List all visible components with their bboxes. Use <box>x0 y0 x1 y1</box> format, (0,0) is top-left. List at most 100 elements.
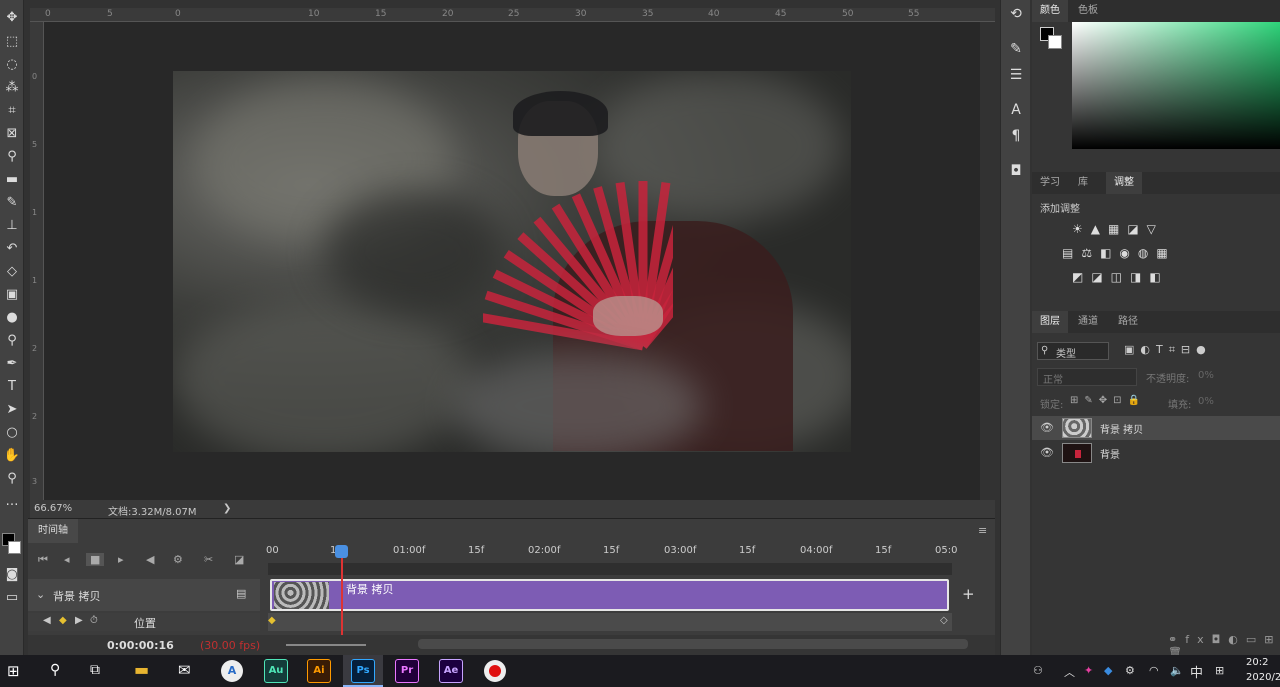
paragraph-icon[interactable]: ¶ <box>1007 127 1025 145</box>
color-picker-field[interactable] <box>1072 22 1280 149</box>
layer-filter-icons[interactable]: ▣◐T⌗⊟● <box>1124 343 1212 357</box>
timeline-scrollbar[interactable] <box>418 639 968 649</box>
properties-icon[interactable]: ☰ <box>1007 66 1025 84</box>
history-brush-tool-icon[interactable]: ↶ <box>2 239 22 259</box>
document-image[interactable] <box>173 71 851 452</box>
keyboard-layout-icon[interactable]: ⊞ <box>1215 664 1224 677</box>
frame-tool-icon[interactable]: ⊠ <box>2 124 22 144</box>
file-explorer-icon[interactable]: ▬ <box>134 660 149 679</box>
screen-mode-icon[interactable]: ▭ <box>2 588 22 608</box>
clock-date[interactable]: 2020/2 <box>1246 672 1280 683</box>
adjustment-icons-row[interactable]: ◩◪◫◨◧ <box>1072 270 1169 284</box>
pen-tool-icon[interactable]: ✒ <box>2 354 22 374</box>
next-frame-icon[interactable]: ▸ <box>118 553 124 566</box>
add-keyframe-icon[interactable]: ◆ <box>59 615 67 626</box>
wifi-icon[interactable]: ◠ <box>1149 664 1159 677</box>
network-icon[interactable]: ⚙ <box>1125 664 1135 677</box>
expand-chevron-icon[interactable]: ⌄ <box>36 588 45 601</box>
more-tools-icon[interactable]: … <box>2 492 22 512</box>
keyframe-next-icon[interactable]: ▶ <box>75 615 83 626</box>
clock-time[interactable]: 20:2 <box>1246 657 1268 668</box>
split-scissors-icon[interactable]: ✂ <box>204 553 213 566</box>
magic-wand-tool-icon[interactable]: ⁂ <box>2 78 22 98</box>
keyframe-diamond-icon[interactable]: ◇ <box>940 615 948 626</box>
zoom-slider[interactable] <box>286 644 366 646</box>
visibility-eye-icon[interactable]: 👁 <box>1040 446 1054 459</box>
tab-layers[interactable]: 图层 <box>1032 311 1068 333</box>
photoshop-app-icon[interactable]: Ps <box>351 659 375 683</box>
brush-tool-icon[interactable]: ✎ <box>2 193 22 213</box>
tab-channels[interactable]: 通道 <box>1070 311 1106 333</box>
track-options-icon[interactable]: ▤ <box>236 587 246 600</box>
audio-icon[interactable]: ◀ <box>146 553 154 566</box>
premiere-app-icon[interactable]: Pr <box>395 659 419 683</box>
status-menu-arrow-icon[interactable]: ❯ <box>223 503 231 514</box>
healing-tool-icon[interactable]: ▬ <box>2 170 22 190</box>
shape-tool-icon[interactable]: ○ <box>2 423 22 443</box>
current-time[interactable]: 0:00:00:16 <box>107 639 174 652</box>
input-method-label[interactable]: 中 <box>1190 662 1203 681</box>
gradient-tool-icon[interactable]: ▣ <box>2 285 22 305</box>
keyframe-diamond-icon[interactable]: ◆ <box>268 615 276 626</box>
marquee-tool-icon[interactable]: ⬚ <box>2 32 22 52</box>
zoom-level[interactable]: 66.67% <box>34 503 72 514</box>
crop-tool-icon[interactable]: ⌗ <box>2 101 22 121</box>
layer-track-header[interactable]: ⌄ 背景 拷贝 ▤ <box>28 579 260 611</box>
lasso-tool-icon[interactable]: ◌ <box>2 55 22 75</box>
work-area-bar[interactable] <box>268 563 952 575</box>
video-clip[interactable]: 背景 拷贝 <box>270 579 949 611</box>
panel-menu-icon[interactable]: ≡ <box>978 524 987 537</box>
type-tool-icon[interactable]: T <box>2 377 22 397</box>
layer-row[interactable]: 👁 背景 拷贝 <box>1032 416 1280 440</box>
layer-filter-dropdown[interactable]: ⚲ 类型 <box>1037 342 1109 360</box>
mail-icon[interactable]: ✉ <box>178 661 191 679</box>
background-color[interactable] <box>1048 35 1062 49</box>
blur-tool-icon[interactable]: ● <box>2 308 22 328</box>
search-icon[interactable]: ⚲ <box>50 662 60 678</box>
keyframe-nav-icon[interactable]: ◀ <box>43 615 51 626</box>
audition-app-icon[interactable]: Au <box>264 659 288 683</box>
glyphs-icon[interactable]: ◘ <box>1007 162 1025 180</box>
after-effects-app-icon[interactable]: Ae <box>439 659 463 683</box>
tab-swatches[interactable]: 色板 <box>1070 0 1106 22</box>
play-button-icon[interactable]: ■ <box>86 553 105 566</box>
opacity-value[interactable]: 0% <box>1198 370 1214 381</box>
tab-paths[interactable]: 路径 <box>1110 311 1146 333</box>
illustrator-app-icon[interactable]: Ai <box>307 659 331 683</box>
property-track[interactable]: ◆ ◇ <box>268 613 952 631</box>
zoom-tool-icon[interactable]: ⚲ <box>2 469 22 489</box>
first-frame-icon[interactable]: ⏮ <box>38 553 48 567</box>
character-icon[interactable]: A <box>1007 101 1025 119</box>
add-media-button[interactable]: + <box>962 585 975 603</box>
fill-value[interactable]: 0% <box>1198 396 1214 407</box>
dodge-tool-icon[interactable]: ⚲ <box>2 331 22 351</box>
adjustment-icons-row[interactable]: ☀▲▦◪▽ <box>1072 222 1164 236</box>
task-view-icon[interactable]: ⧉ <box>90 662 100 678</box>
tab-learn[interactable]: 学习 <box>1032 172 1068 194</box>
windows-start-icon[interactable]: ⊞ <box>7 662 20 680</box>
blend-mode-dropdown[interactable]: 正常 <box>1037 368 1137 386</box>
tab-adjustments[interactable]: 调整 <box>1106 172 1142 194</box>
lock-icons[interactable]: ⊞✎✥⊡🔒 <box>1070 395 1146 406</box>
browser-icon[interactable]: A <box>221 660 243 682</box>
people-icon[interactable]: ⚇ <box>1033 664 1043 677</box>
eraser-tool-icon[interactable]: ◇ <box>2 262 22 282</box>
shield-icon[interactable]: ◆ <box>1104 664 1112 677</box>
tray-app-icon[interactable]: ✦ <box>1084 664 1093 677</box>
playhead-handle[interactable] <box>335 545 348 558</box>
hand-tool-icon[interactable]: ✋ <box>2 446 22 466</box>
stopwatch-icon[interactable]: ⏱ <box>90 615 98 626</box>
recorder-app-icon[interactable] <box>484 660 506 682</box>
quick-mask-icon[interactable]: ◙ <box>2 565 22 585</box>
visibility-eye-icon[interactable]: 👁 <box>1040 421 1054 434</box>
volume-icon[interactable]: 🔈 <box>1170 664 1184 677</box>
layer-row[interactable]: 👁 背景 <box>1032 441 1280 465</box>
timeline-tab[interactable]: 时间轴 <box>28 519 78 543</box>
history-icon[interactable]: ⟲ <box>1007 5 1025 23</box>
stamp-tool-icon[interactable]: ⊥ <box>2 216 22 236</box>
move-tool-icon[interactable]: ✥ <box>2 8 22 28</box>
tray-chevron-icon[interactable]: ︿ <box>1064 664 1075 680</box>
eyedropper-tool-icon[interactable]: ⚲ <box>2 147 22 167</box>
transition-icon[interactable]: ◪ <box>234 553 244 566</box>
brush-settings-icon[interactable]: ✎ <box>1007 40 1025 58</box>
